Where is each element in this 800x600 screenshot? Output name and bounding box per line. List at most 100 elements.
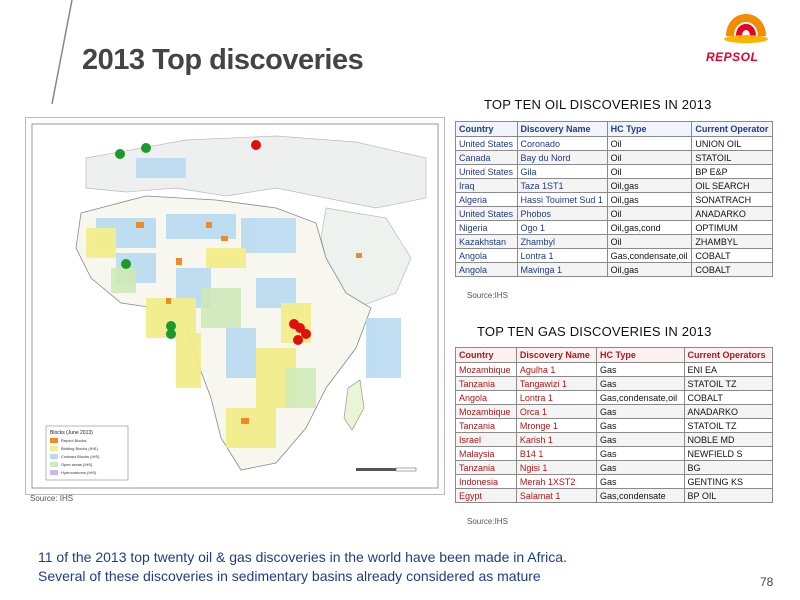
cell-country: Kazakhstan (455, 234, 518, 249)
page-title: 2013 Top discoveries (82, 44, 364, 76)
table-row: Kazakhstan Zhambyl Oil ZHAMBYL (455, 234, 773, 249)
column-header: HC Type (606, 121, 693, 137)
cell-operator: ZHAMBYL (691, 234, 773, 249)
cell-discovery: Agulha 1 (515, 362, 598, 377)
title-slash-decoration (51, 0, 73, 105)
table-row: Angola Lontra 1 Gas,condensate,oil COBALT (455, 248, 773, 263)
cell-discovery: Lontra 1 (515, 390, 598, 405)
column-header: Country (455, 347, 517, 363)
table-row: Egypt Salamat 1 Gas,condensate BP OIL (455, 488, 773, 503)
map-legend-item: Bidding Blocks (IHS) (61, 446, 98, 451)
cell-discovery: Taza 1ST1 (516, 178, 608, 193)
cell-operator: BP E&P (691, 164, 773, 179)
map-legend-item: Contract Blocks (IHS) (61, 454, 100, 459)
cell-discovery: Lontra 1 (516, 248, 608, 263)
cell-operator: COBALT (683, 390, 773, 405)
oil-discovery-marker (141, 143, 151, 153)
cell-hc-type: Gas (596, 376, 685, 391)
africa-blocks-map: Blocks (June 2013) Repsol Blocks Bidding… (25, 117, 445, 495)
footer-note-line: Several of these discoveries in sediment… (38, 568, 541, 584)
cell-hc-type: Gas (596, 404, 685, 419)
gas-discovery-marker (293, 335, 303, 345)
cell-hc-type: Gas (596, 418, 685, 433)
table-row: Tanzania Mronge 1 Gas STATOIL TZ (455, 418, 773, 433)
cell-discovery: Coronado (516, 136, 608, 151)
cell-country: Tanzania (455, 460, 517, 475)
cell-discovery: Tangawizi 1 (515, 376, 598, 391)
cell-operator: ANADARKO (691, 206, 773, 221)
gas-discovery-marker (301, 329, 311, 339)
gas-table-title: TOP TEN GAS DISCOVERIES IN 2013 (477, 324, 712, 339)
oil-discoveries-table: Country Discovery Name HC Type Current O… (455, 121, 773, 277)
cell-hc-type: Gas (596, 432, 685, 447)
gas-discovery-marker (251, 140, 261, 150)
cell-country: Angola (455, 262, 518, 277)
cell-country: Egypt (455, 488, 517, 503)
cell-hc-type: Gas,condensate (596, 488, 685, 503)
table-row: United States Phobos Oil ANADARKO (455, 206, 773, 221)
table-row: Tanzania Ngisi 1 Gas BG (455, 460, 773, 475)
repsol-logo-text: REPSOL (706, 50, 759, 64)
cell-discovery: Salamat 1 (515, 488, 598, 503)
gas-discoveries-table: Country Discovery Name HC Type Current O… (455, 347, 773, 503)
table-row: Nigeria Ogo 1 Oil,gas,cond OPTIMUM (455, 220, 773, 235)
cell-operator: OPTIMUM (691, 220, 773, 235)
cell-hc-type: Oil,gas (606, 178, 693, 193)
cell-country: Canada (455, 150, 518, 165)
page-number: 78 (760, 575, 774, 589)
cell-country: Malaysia (455, 446, 517, 461)
africa-map-graphic: Blocks (June 2013) Repsol Blocks Bidding… (31, 123, 439, 489)
cell-discovery: Zhambyl (516, 234, 608, 249)
cell-hc-type: Gas (596, 446, 685, 461)
map-legend-item: Hydrocarbons (IHS) (61, 470, 97, 475)
cell-hc-type: Oil (606, 206, 693, 221)
map-legend-title: Blocks (June 2013) (50, 430, 93, 436)
cell-discovery: Orca 1 (515, 404, 598, 419)
table-row: United States Coronado Oil UNION OIL (455, 136, 773, 151)
oil-discovery-marker (166, 329, 176, 339)
column-header: Discovery Name (516, 121, 608, 137)
cell-discovery: Merah 1XST2 (515, 474, 598, 489)
cell-operator: NEWFIELD S (683, 446, 773, 461)
column-header: Current Operator (691, 121, 773, 137)
table-row: Angola Lontra 1 Gas,condensate,oil COBALT (455, 390, 773, 405)
oil-discovery-marker (115, 149, 125, 159)
cell-hc-type: Oil,gas,cond (606, 220, 693, 235)
cell-discovery: Ngisi 1 (515, 460, 598, 475)
cell-operator: GENTING KS (683, 474, 773, 489)
cell-hc-type: Gas,condensate,oil (596, 390, 685, 405)
cell-country: Indonesia (455, 474, 517, 489)
cell-discovery: Mavinga 1 (516, 262, 608, 277)
cell-hc-type: Gas (596, 460, 685, 475)
table-row: Israel Karish 1 Gas NOBLE MD (455, 432, 773, 447)
cell-country: Mozambique (455, 362, 517, 377)
cell-discovery: Ogo 1 (516, 220, 608, 235)
cell-country: United States (455, 206, 518, 221)
table-row: Malaysia B14 1 Gas NEWFIELD S (455, 446, 773, 461)
cell-hc-type: Gas,condensate,oil (606, 248, 693, 263)
map-source: Source: IHS (30, 494, 74, 503)
cell-operator: OIL SEARCH (691, 178, 773, 193)
cell-operator: COBALT (691, 248, 773, 263)
cell-country: Tanzania (455, 376, 517, 391)
cell-operator: COBALT (691, 262, 773, 277)
cell-discovery: Mronge 1 (515, 418, 598, 433)
cell-discovery: Gila (516, 164, 608, 179)
table-row: Indonesia Merah 1XST2 Gas GENTING KS (455, 474, 773, 489)
footer-note: 11 of the 2013 top twenty oil & gas disc… (38, 548, 567, 586)
cell-country: Iraq (455, 178, 518, 193)
table-row: Canada Bay du Nord Oil STATOIL (455, 150, 773, 165)
cell-hc-type: Oil (606, 164, 693, 179)
cell-hc-type: Oil,gas (606, 262, 693, 277)
cell-country: United States (455, 136, 518, 151)
cell-operator: STATOIL TZ (683, 376, 773, 391)
cell-operator: ENI EA (683, 362, 773, 377)
cell-country: Israel (455, 432, 517, 447)
oil-table-title: TOP TEN OIL DISCOVERIES IN 2013 (484, 97, 712, 112)
cell-hc-type: Oil (606, 234, 693, 249)
cell-operator: STATOIL (691, 150, 773, 165)
table-header-row: Country Discovery Name HC Type Current O… (455, 121, 773, 137)
table-row: Angola Mavinga 1 Oil,gas COBALT (455, 262, 773, 277)
cell-country: Angola (455, 248, 518, 263)
column-header: Current Operators (683, 347, 773, 363)
